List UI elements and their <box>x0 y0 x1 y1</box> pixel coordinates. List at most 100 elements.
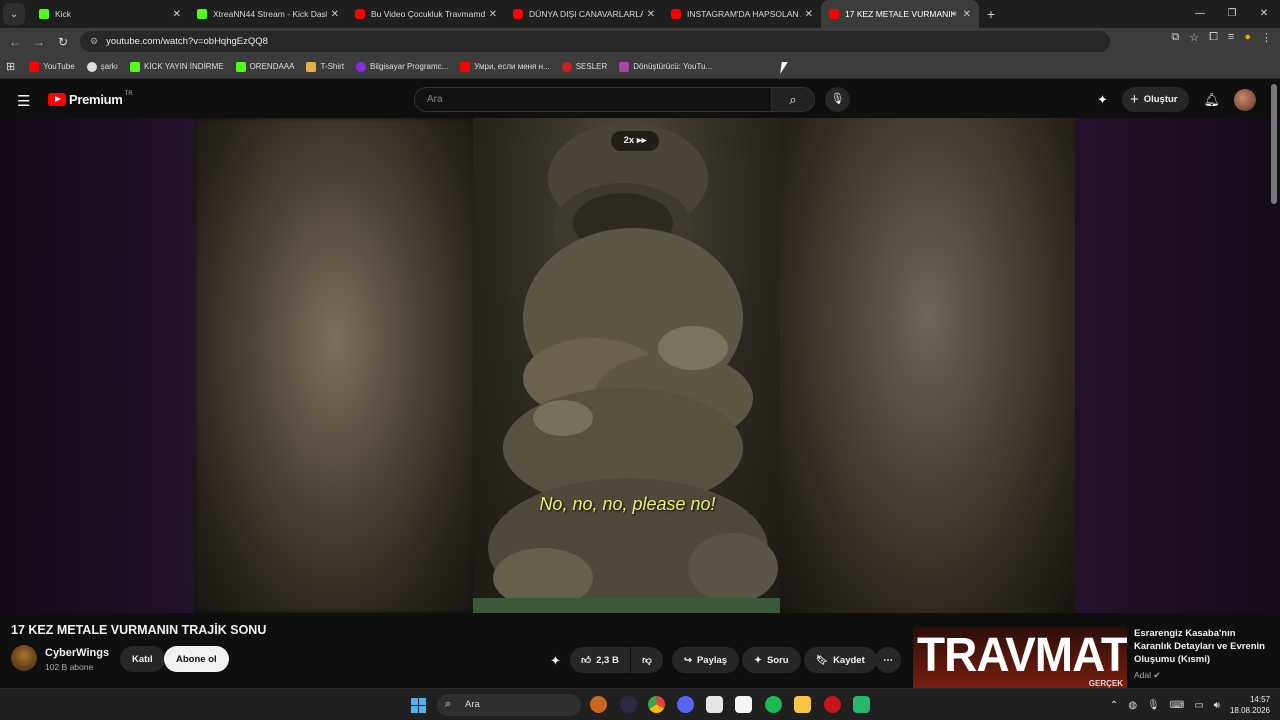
youtube-premium-logo[interactable]: Premium TR <box>48 91 133 107</box>
browser-tab-active[interactable]: 17 KEZ METALE VURMANIN 🔊︎ ✕ <box>821 0 979 28</box>
ask-button[interactable]: ✦ Soru <box>742 647 801 673</box>
more-actions-button[interactable]: ⋯ <box>875 647 901 673</box>
browser-tab[interactable]: INSTAGRAM'DA HAPSOLAN AD ✕ <box>663 0 821 28</box>
shield-app-icon[interactable] <box>590 696 607 713</box>
page-scrollbar[interactable] <box>1271 84 1277 204</box>
tab-title: 17 KEZ METALE VURMANIN <box>845 9 952 19</box>
file-explorer-icon[interactable] <box>794 696 811 713</box>
recommended-channel[interactable]: Adal ✔︎ <box>1134 670 1161 681</box>
youtube-header: ☰ Premium TR Ara ⌕ 🎙︎ ✦ + Oluştur 🔔︎ <box>0 80 1280 118</box>
music-icon <box>86 61 97 72</box>
close-tab-icon[interactable]: ✕ <box>173 9 181 20</box>
browser-tab[interactable]: XtreaNN44 Stream - Kick Dashb ✕ <box>189 0 347 28</box>
plus-icon: + <box>1129 91 1139 108</box>
app-icon[interactable] <box>853 696 870 713</box>
account-avatar[interactable] <box>1234 88 1256 111</box>
tab-title: Kick <box>55 9 72 19</box>
menu-icon[interactable]: ☰ <box>17 92 30 110</box>
microphone-icon[interactable]: 🎙︎ <box>1147 700 1160 711</box>
recorder-icon[interactable] <box>824 696 841 713</box>
join-button[interactable]: Katıl <box>120 646 165 672</box>
close-tab-icon[interactable]: ✕ <box>963 9 971 20</box>
install-app-icon[interactable]: ⧉ <box>1171 31 1179 44</box>
video-frame[interactable] <box>473 118 782 613</box>
taskbar-clock[interactable]: 14:57 18.08.2026 <box>1230 694 1270 716</box>
browser-tab-strip: ⌄ Kick ✕ XtreaNN44 Stream - Kick Dashb ✕… <box>0 0 1280 28</box>
bookmark-item[interactable]: SESLER <box>561 61 607 72</box>
close-window-icon[interactable]: ✕ <box>1248 0 1280 28</box>
volume-icon[interactable]: 🔊︎ <box>1214 700 1220 711</box>
bookmark-star-icon[interactable]: ☆ <box>1189 31 1199 44</box>
more-menu-icon[interactable]: ⋮ <box>1261 31 1272 44</box>
browser-tab[interactable]: DÜNYA DIŞI CANAVARLARLA Y ✕ <box>505 0 663 28</box>
channel-name[interactable]: CyberWings <box>45 647 109 659</box>
bookmark-item[interactable]: Умри, если меня н... <box>460 61 550 72</box>
spotify-icon[interactable] <box>765 696 782 713</box>
video-subtitle: No, no, no, please no! <box>539 494 716 514</box>
chrome-icon[interactable] <box>648 696 665 713</box>
capcut-icon[interactable] <box>706 696 723 713</box>
site-icon <box>561 61 572 72</box>
back-icon[interactable]: ← <box>3 35 27 49</box>
close-tab-icon[interactable]: ✕ <box>331 9 339 20</box>
url-bar[interactable]: ⚙︎ youtube.com/watch?v=obHqhgEzQQ8 <box>80 31 1110 52</box>
sparkle-icon[interactable]: ✦ <box>1097 92 1108 108</box>
toolbar-actions: ⧉ ☆ ⧠ ≡ ● ⋮ <box>1171 31 1272 44</box>
bookmark-item[interactable]: Dönüştürücü: YouTu... <box>619 61 712 72</box>
browser-tab[interactable]: Bu Video Çocukluk Travmamd ✕ <box>347 0 505 28</box>
share-button[interactable]: ↪ Paylaş <box>672 647 740 673</box>
store-icon[interactable] <box>735 696 752 713</box>
notifications-bell-icon[interactable]: 🔔︎ <box>1203 92 1220 108</box>
extensions-icon[interactable]: ⧠ <box>1209 31 1218 44</box>
subscribe-button[interactable]: Abone ol <box>164 646 229 672</box>
minimize-icon[interactable]: — <box>1184 0 1216 28</box>
verified-icon: ✔︎ <box>1153 670 1161 680</box>
tray-overflow-icon[interactable]: ⌃ <box>1110 700 1118 711</box>
recommended-thumbnail[interactable]: TRAVMATIK GERÇEK <box>913 627 1127 689</box>
tab-search-button[interactable]: ⌄ <box>3 3 25 25</box>
display-icon[interactable]: ▭ <box>1194 700 1203 711</box>
restore-icon[interactable]: ❐ <box>1216 0 1248 28</box>
bookmark-item[interactable]: ORENDAAA <box>235 61 294 72</box>
share-icon: ↪ <box>684 654 692 666</box>
recommended-title[interactable]: Esrarengiz Kasaba'nın Karanlık Detayları… <box>1134 627 1270 666</box>
discord-icon[interactable] <box>677 696 694 713</box>
close-tab-icon[interactable]: ✕ <box>489 9 497 20</box>
create-button[interactable]: + Oluştur <box>1121 87 1190 112</box>
reload-icon[interactable]: ↻ <box>51 35 75 49</box>
new-tab-button[interactable]: + <box>979 6 1003 22</box>
copilot-icon[interactable]: ◍ <box>1128 700 1137 711</box>
search-button[interactable]: ⌕ <box>771 87 815 112</box>
like-button[interactable]: 👍︎ 2,3 B <box>570 647 630 673</box>
save-button[interactable]: 🔖︎ Kaydet <box>804 647 877 673</box>
search-input[interactable]: Ara <box>414 87 772 112</box>
channel-avatar[interactable] <box>11 645 37 671</box>
video-player[interactable]: 2x ▸▸ No, no, no, please no! <box>0 118 1280 613</box>
create-label: Oluştur <box>1143 94 1178 105</box>
forward-icon[interactable]: → <box>27 35 51 49</box>
site-info-icon[interactable]: ⚙︎ <box>90 36 98 47</box>
apps-grid-icon[interactable]: ⊞ <box>6 60 15 73</box>
microphone-icon: 🎙︎ <box>830 93 845 105</box>
browser-tab[interactable]: Kick ✕ <box>31 0 189 28</box>
task-view-icon[interactable] <box>620 696 637 713</box>
voice-search-button[interactable]: 🎙︎ <box>825 87 850 112</box>
close-tab-icon[interactable]: ✕ <box>647 9 655 20</box>
bookmark-item[interactable]: YouTube <box>29 61 75 72</box>
kick-icon <box>235 61 246 72</box>
bookmark-item[interactable]: şarkı <box>86 61 118 72</box>
taskbar-search-input[interactable]: ⌕ Ara <box>437 694 581 716</box>
profile-icon[interactable]: ● <box>1244 31 1251 44</box>
windows-start-icon[interactable] <box>411 698 426 713</box>
sparkle-icon[interactable]: ✦ <box>550 653 561 669</box>
media-control-icon[interactable]: ≡ <box>1228 31 1234 44</box>
bookmark-item[interactable]: T-Shirt <box>306 61 344 72</box>
close-tab-icon[interactable]: ✕ <box>805 9 813 20</box>
dislike-button[interactable]: 👎︎ <box>631 647 663 673</box>
speaker-icon[interactable]: 🔊︎ <box>952 9 957 19</box>
bookmark-item[interactable]: Bilgisayar Programc... <box>356 61 448 72</box>
youtube-icon <box>29 61 40 72</box>
bookmark-item[interactable]: KİCK YAYIN İNDİRME <box>130 61 224 72</box>
keyboard-icon[interactable]: ⌨︎ <box>1170 700 1184 711</box>
tab-title: INSTAGRAM'DA HAPSOLAN AD <box>687 9 801 19</box>
